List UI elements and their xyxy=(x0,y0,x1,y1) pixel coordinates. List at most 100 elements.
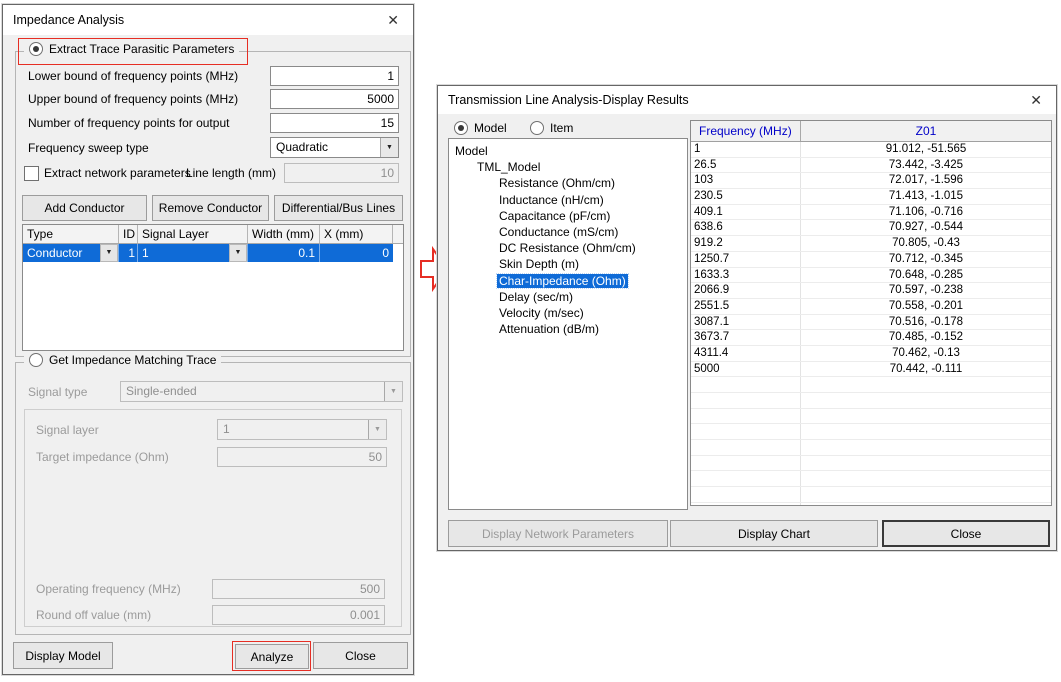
tree-item[interactable]: Delay (sec/m) xyxy=(449,289,687,305)
results-dialog-title: Transmission Line Analysis-Display Resul… xyxy=(448,93,689,107)
upper-bound-input[interactable]: 5000 xyxy=(270,89,399,109)
lower-bound-input[interactable]: 1 xyxy=(270,66,399,86)
sweep-type-combo[interactable]: Quadratic ▼ xyxy=(270,137,399,158)
table-row-empty xyxy=(691,487,1051,503)
table-row[interactable]: 638.6 70.927, -0.544 xyxy=(691,220,1051,236)
table-row[interactable]: 3673.7 70.485, -0.152 xyxy=(691,330,1051,346)
display-network-parameters-button: Display Network Parameters xyxy=(448,520,668,547)
table-row[interactable]: 103 72.017, -1.596 xyxy=(691,173,1051,189)
add-conductor-button[interactable]: Add Conductor xyxy=(22,195,147,221)
table-row[interactable]: 3087.1 70.516, -0.178 xyxy=(691,315,1051,331)
chevron-down-icon[interactable]: ▼ xyxy=(229,244,247,262)
radio-unselected-icon[interactable] xyxy=(29,353,43,367)
num-points-label: Number of frequency points for output xyxy=(28,114,229,132)
impedance-matching-radio-label: Get Impedance Matching Trace xyxy=(49,353,216,367)
conductor-type-cell[interactable]: Conductor ▼ xyxy=(23,244,119,262)
table-row[interactable]: 1633.3 70.648, -0.285 xyxy=(691,268,1051,284)
tree-item[interactable]: DC Resistance (Ohm/cm) xyxy=(449,240,687,256)
extract-parasitic-radio[interactable]: Extract Trace Parasitic Parameters xyxy=(24,42,239,56)
table-row[interactable]: 2551.5 70.558, -0.201 xyxy=(691,299,1051,315)
sweep-type-value: Quadratic xyxy=(271,138,380,157)
tree-item[interactable]: Model xyxy=(449,143,687,159)
results-close-button[interactable]: Close xyxy=(882,520,1050,547)
table-row[interactable]: 1250.7 70.712, -0.345 xyxy=(691,252,1051,268)
z01-column-header[interactable]: Z01 xyxy=(801,121,1051,141)
table-row[interactable]: 409.1 71.106, -0.716 xyxy=(691,205,1051,221)
frequency-column-header[interactable]: Frequency (MHz) xyxy=(691,121,801,141)
chevron-down-icon: ▼ xyxy=(384,382,402,401)
conductor-width-cell[interactable]: 0.1 xyxy=(248,244,320,262)
conductor-signal-layer-cell[interactable]: 1 ▼ xyxy=(138,244,248,262)
tree-item[interactable]: Skin Depth (m) xyxy=(449,256,687,272)
table-row[interactable]: 230.5 71.413, -1.015 xyxy=(691,189,1051,205)
table-row[interactable]: 26.5 73.442, -3.425 xyxy=(691,158,1051,174)
impedance-matching-radio[interactable]: Get Impedance Matching Trace xyxy=(24,353,221,367)
operating-frequency-label: Operating frequency (MHz) xyxy=(36,580,181,598)
remove-conductor-button[interactable]: Remove Conductor xyxy=(152,195,269,221)
signal-type-combo: Single-ended ▼ xyxy=(120,381,403,402)
tree-item[interactable]: Capacitance (pF/cm) xyxy=(449,208,687,224)
radio-selected-icon[interactable] xyxy=(454,121,468,135)
table-row[interactable]: 919.2 70.805, -0.43 xyxy=(691,236,1051,252)
conductor-table-header: Type ID Signal Layer Width (mm) X (mm) xyxy=(23,225,403,244)
model-radio[interactable]: Model xyxy=(454,121,507,135)
table-row[interactable]: 5000 70.442, -0.111 xyxy=(691,362,1051,378)
conductor-x-cell[interactable]: 0 xyxy=(320,244,393,262)
target-impedance-input: 50 xyxy=(217,447,387,467)
col-width[interactable]: Width (mm) xyxy=(248,225,320,243)
tree-item[interactable]: TML_Model xyxy=(449,159,687,175)
sweep-type-label: Frequency sweep type xyxy=(28,139,149,157)
table-row-empty xyxy=(691,440,1051,456)
tree-item[interactable]: Attenuation (dB/m) xyxy=(449,321,687,337)
display-chart-button[interactable]: Display Chart xyxy=(670,520,878,547)
close-icon[interactable]: ✕ xyxy=(1026,92,1046,109)
col-type[interactable]: Type xyxy=(23,225,119,243)
table-row-empty xyxy=(691,503,1051,506)
table-row[interactable]: 4311.4 70.462, -0.13 xyxy=(691,346,1051,362)
extract-network-label: Extract network parameters xyxy=(44,164,191,182)
table-row[interactable]: 1 91.012, -51.565 xyxy=(691,142,1051,158)
screenshot-root: Impedance Analysis ✕ Extract Trace Paras… xyxy=(0,0,1061,682)
chevron-down-icon[interactable]: ▼ xyxy=(100,244,118,262)
chevron-down-icon[interactable]: ▼ xyxy=(380,138,398,157)
signal-layer-label: Signal layer xyxy=(36,421,99,439)
col-x[interactable]: X (mm) xyxy=(320,225,393,243)
model-tree: ModelTML_ModelResistance (Ohm/cm)Inducta… xyxy=(448,138,688,510)
impedance-matching-group: Get Impedance Matching Trace Signal type… xyxy=(15,362,411,635)
num-points-input[interactable]: 15 xyxy=(270,113,399,133)
round-off-input: 0.001 xyxy=(212,605,385,625)
tree-item[interactable]: Velocity (m/sec) xyxy=(449,305,687,321)
conductor-id-cell[interactable]: 1 xyxy=(119,244,138,262)
display-model-button[interactable]: Display Model xyxy=(13,642,113,669)
lower-bound-label: Lower bound of frequency points (MHz) xyxy=(28,67,238,85)
operating-frequency-input: 500 xyxy=(212,579,385,599)
table-row-empty xyxy=(691,424,1051,440)
signal-type-value: Single-ended xyxy=(121,382,384,401)
conductor-row-selected[interactable]: Conductor ▼ 1 1 ▼ 0.1 0 xyxy=(23,244,393,262)
upper-bound-label: Upper bound of frequency points (MHz) xyxy=(28,90,238,108)
item-radio[interactable]: Item xyxy=(530,121,573,135)
results-dialog: Transmission Line Analysis-Display Resul… xyxy=(437,85,1057,551)
analyze-button[interactable]: Analyze xyxy=(235,644,309,669)
line-length-input: 10 xyxy=(284,163,399,183)
tree-item[interactable]: Char-Impedance (Ohm) xyxy=(449,273,687,289)
impedance-close-button[interactable]: Close xyxy=(313,642,408,669)
tree-item[interactable]: Resistance (Ohm/cm) xyxy=(449,175,687,191)
item-radio-label: Item xyxy=(550,121,573,135)
radio-unselected-icon[interactable] xyxy=(530,121,544,135)
signal-layer-value: 1 xyxy=(218,420,368,439)
radio-selected-icon[interactable] xyxy=(29,42,43,56)
tree-item[interactable]: Conductance (mS/cm) xyxy=(449,224,687,240)
col-id[interactable]: ID xyxy=(119,225,138,243)
table-row-empty xyxy=(691,471,1051,487)
results-table-body: 1 91.012, -51.565 26.5 73.442, -3.425 10… xyxy=(691,142,1051,506)
table-row[interactable]: 2066.9 70.597, -0.238 xyxy=(691,283,1051,299)
differential-bus-lines-button[interactable]: Differential/Bus Lines xyxy=(274,195,403,221)
tree-item[interactable]: Inductance (nH/cm) xyxy=(449,192,687,208)
target-impedance-label: Target impedance (Ohm) xyxy=(36,448,169,466)
line-length-label: Line length (mm) xyxy=(176,164,276,182)
extract-network-checkbox[interactable] xyxy=(24,166,39,181)
col-signal-layer[interactable]: Signal Layer xyxy=(138,225,248,243)
results-titlebar: Transmission Line Analysis-Display Resul… xyxy=(438,86,1056,114)
close-icon[interactable]: ✕ xyxy=(383,12,403,29)
